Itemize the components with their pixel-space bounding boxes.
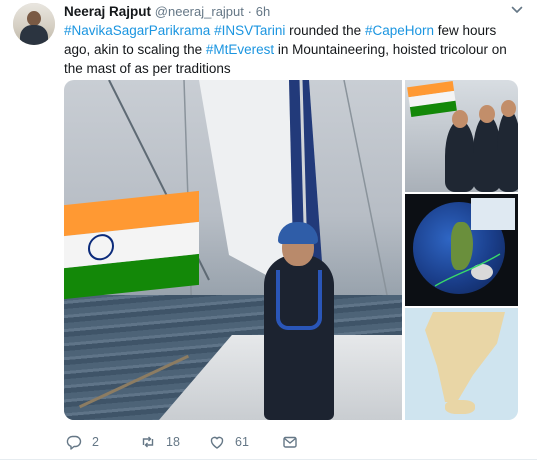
avatar-body: [20, 25, 48, 45]
reply-count: 2: [92, 435, 99, 449]
tweet-text: #NavikaSagarParikrama #INSVTarini rounde…: [64, 21, 526, 78]
globe-route-map-photo[interactable]: [405, 194, 518, 306]
hashtag-navikasagarparikrama[interactable]: #NavikaSagarParikrama: [64, 23, 210, 38]
south-america-map-photo[interactable]: [405, 308, 518, 420]
sailor-with-indian-flag-photo[interactable]: [64, 80, 402, 420]
ashoka-chakra-icon: [88, 232, 114, 262]
like-count: 61: [235, 435, 249, 449]
retweet-button[interactable]: 18: [140, 432, 180, 452]
author-name[interactable]: Neeraj Rajput: [64, 4, 151, 19]
sailor-harness: [276, 270, 322, 330]
retweet-icon: [142, 436, 154, 448]
reply-icon: [66, 435, 82, 450]
crew-member: [445, 120, 475, 192]
tweet-timestamp[interactable]: 6h: [256, 4, 270, 19]
avatar-head: [27, 11, 41, 26]
hashtag-mteverest[interactable]: #MtEverest: [206, 42, 274, 57]
crew-on-deck-photo[interactable]: [405, 80, 518, 192]
crew-face: [501, 100, 516, 117]
direct-message-icon: [283, 436, 297, 448]
tweet-actions: 2 18 61: [64, 432, 484, 452]
avatar[interactable]: [13, 3, 55, 45]
route-line: [434, 253, 501, 287]
like-button[interactable]: 61: [209, 432, 249, 452]
hashtag-capehorn[interactable]: #CapeHorn: [365, 23, 434, 38]
separator-dot: ·: [247, 4, 252, 19]
reply-button[interactable]: 2: [66, 432, 99, 452]
hashtag-insvtarini[interactable]: #INSVTarini: [214, 23, 285, 38]
crew-member: [497, 110, 518, 192]
crew-face: [479, 105, 495, 123]
small-indian-flag: [407, 80, 457, 118]
crew-face: [452, 110, 468, 128]
retweet-count: 18: [166, 435, 180, 449]
chevron-down-icon[interactable]: [511, 4, 523, 16]
indian-flag: [64, 190, 199, 300]
direct-message-button[interactable]: [282, 432, 308, 452]
author-handle[interactable]: @neeraj_rajput: [155, 4, 244, 19]
tweet-header: Neeraj Rajput @neeraj_rajput · 6h: [64, 4, 270, 20]
text-segment: rounded the: [285, 23, 365, 38]
media-grid: [64, 80, 518, 420]
map-landmass: [445, 400, 475, 414]
heart-icon: [210, 436, 224, 449]
tweet: Neeraj Rajput @neeraj_rajput · 6h #Navik…: [0, 0, 537, 460]
